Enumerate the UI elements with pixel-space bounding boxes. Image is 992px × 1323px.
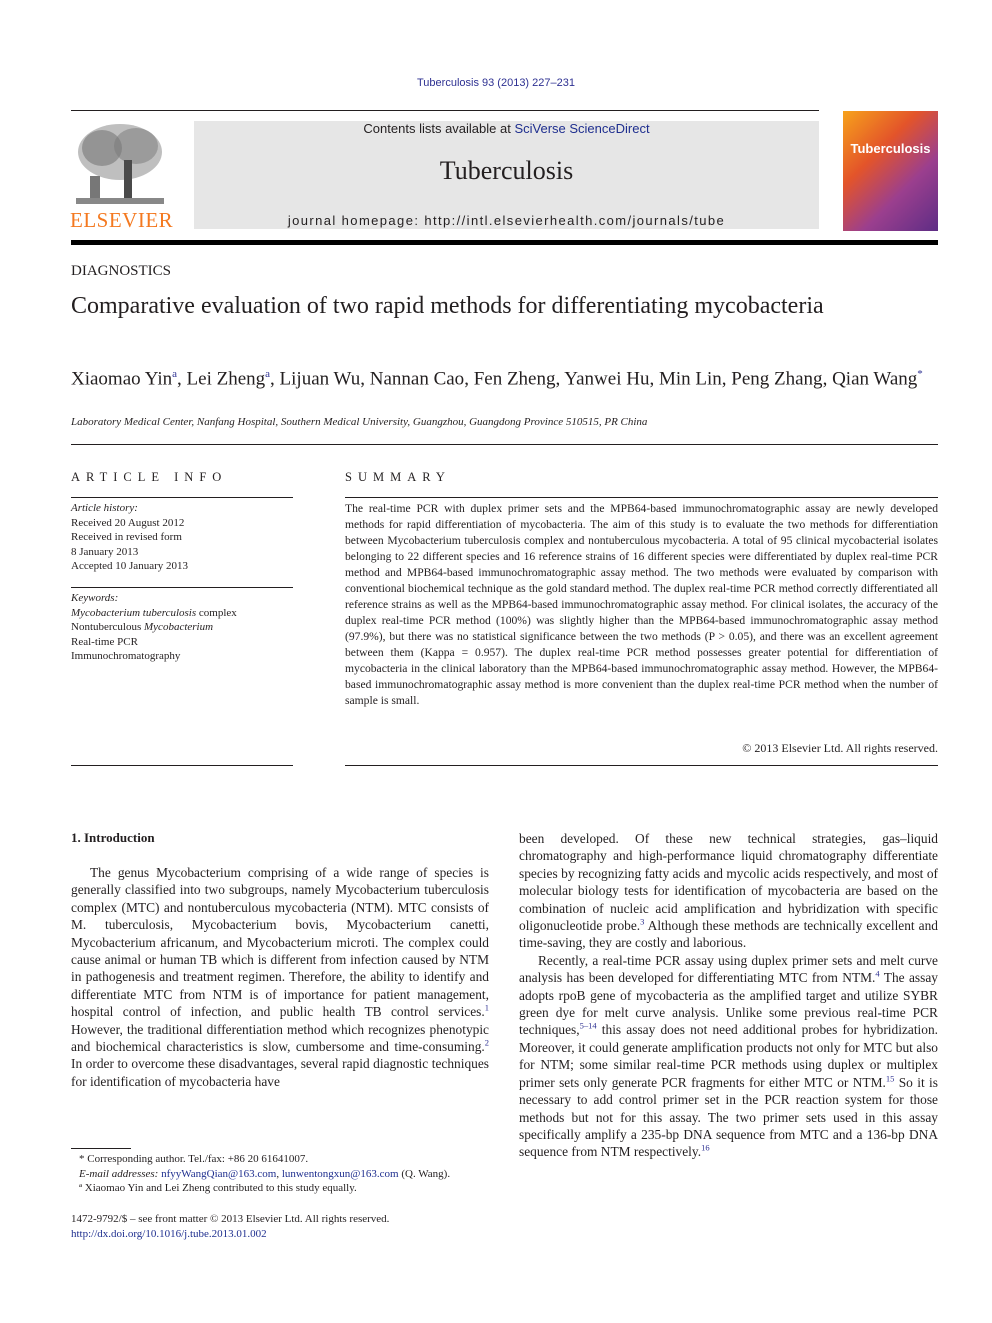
- paragraph: The genus Mycobacterium comprising of a …: [71, 865, 489, 1089]
- article-info-heading: ARTICLE INFO: [71, 470, 228, 484]
- elsevier-tree-icon: [72, 120, 168, 208]
- citation-link[interactable]: 1: [485, 1003, 489, 1013]
- keyword-item: Nontuberculous Mycobacterium: [71, 621, 214, 633]
- citation-link[interactable]: 5–14: [580, 1021, 597, 1031]
- info-divider: [71, 497, 293, 498]
- equal-contribution-note: ª Xiaomao Yin and Lei Zheng contributed …: [79, 1182, 357, 1194]
- elsevier-wordmark: ELSEVIER: [70, 208, 174, 232]
- footnotes: * Corresponding author. Tel./fax: +86 20…: [71, 1152, 501, 1196]
- keyword-item: Immunochromatography: [71, 650, 181, 662]
- history-item: Accepted 10 January 2013: [71, 560, 188, 572]
- introduction-heading: 1. Introduction: [71, 830, 155, 845]
- footnote-divider: [71, 1148, 131, 1149]
- author-name[interactable]: Fen Zheng: [474, 368, 556, 389]
- history-item: 8 January 2013: [71, 545, 139, 558]
- journal-cover-image[interactable]: Tuberculosis: [843, 111, 938, 231]
- author-name[interactable]: Peng Zhang: [731, 368, 822, 389]
- cover-title: Tuberculosis: [850, 141, 931, 156]
- history-item: Received 20 August 2012: [71, 516, 185, 529]
- author-name[interactable]: Yanwei Hu: [564, 368, 649, 389]
- info-divider: [71, 587, 293, 588]
- body-column-right: been developed. Of these new technical s…: [519, 830, 938, 1161]
- author-mark[interactable]: a: [172, 368, 177, 380]
- affiliation: Laboratory Medical Center, Nanfang Hospi…: [71, 416, 648, 428]
- email-label: E-mail addresses:: [79, 1167, 162, 1180]
- author-name[interactable]: Nannan Cao: [370, 368, 464, 389]
- abstract-text: The real-time PCR with duplex primer set…: [345, 502, 938, 707]
- article-history: Article history: Received 20 August 2012…: [71, 501, 293, 574]
- email-link[interactable]: lunwentongxun@163.com: [282, 1168, 399, 1180]
- keywords-label: Keywords:: [71, 592, 119, 604]
- body-column-left: The genus Mycobacterium comprising of a …: [71, 864, 489, 1090]
- history-item: Received in revised form: [71, 531, 182, 543]
- citation-link[interactable]: 4: [875, 969, 879, 979]
- citation-link[interactable]: 2: [485, 1038, 489, 1048]
- author-name[interactable]: Qian Wang: [832, 368, 917, 389]
- summary-heading: SUMMARY: [345, 470, 451, 484]
- header-divider: [71, 240, 938, 245]
- journal-title: Tuberculosis: [439, 156, 574, 185]
- contents-line: Contents lists available at SciVerse Sci…: [194, 121, 819, 136]
- email-note: E-mail addresses: nfyyWangQian@163.com, …: [79, 1167, 451, 1180]
- summary-divider: [345, 765, 938, 766]
- journal-masthead: Contents lists available at SciVerse Sci…: [194, 121, 819, 229]
- journal-reference[interactable]: Tuberculosis 93 (2013) 227–231: [0, 77, 992, 89]
- article-title: Comparative evaluation of two rapid meth…: [71, 293, 824, 319]
- journal-homepage[interactable]: journal homepage: http://intl.elsevierhe…: [194, 213, 819, 228]
- front-matter: 1472-9792/$ – see front matter © 2013 El…: [71, 1212, 389, 1241]
- section-label: DIAGNOSTICS: [71, 263, 172, 279]
- keywords: Keywords: Mycobacterium tuberculosis com…: [71, 591, 293, 664]
- citation-link[interactable]: 15: [886, 1073, 895, 1083]
- top-divider: [71, 110, 819, 111]
- paragraph: Recently, a real-time PCR assay using du…: [519, 952, 938, 1160]
- history-label: Article history:: [71, 502, 138, 514]
- sciencedirect-link[interactable]: SciVerse ScienceDirect: [514, 121, 649, 136]
- author-mark[interactable]: *: [917, 368, 923, 380]
- affiliation-divider: [71, 444, 938, 445]
- contents-prefix: Contents lists available at: [363, 121, 515, 136]
- email-suffix: (Q. Wang).: [398, 1167, 451, 1180]
- author-list: Xiaomao Yina, Lei Zhenga, Lijuan Wu, Nan…: [71, 368, 923, 390]
- corresponding-author-note: * Corresponding author. Tel./fax: +86 20…: [79, 1153, 309, 1165]
- paragraph: been developed. Of these new technical s…: [519, 831, 939, 951]
- email-link[interactable]: nfyyWangQian@163.com: [161, 1168, 276, 1180]
- author-name[interactable]: Lijuan Wu: [280, 368, 361, 389]
- keyword-item: Mycobacterium tuberculosis complex: [71, 606, 237, 619]
- citation-link[interactable]: 3: [640, 917, 644, 927]
- keyword-item: Real-time PCR: [71, 635, 138, 648]
- copyright-notice: © 2013 Elsevier Ltd. All rights reserved…: [742, 741, 938, 755]
- summary-divider: [345, 497, 938, 498]
- author-mark[interactable]: a: [265, 368, 270, 380]
- elsevier-logo[interactable]: ELSEVIER: [70, 120, 174, 232]
- author-name[interactable]: Lei Zheng: [187, 368, 266, 389]
- issn-line: 1472-9792/$ – see front matter © 2013 El…: [71, 1213, 390, 1225]
- info-divider: [71, 765, 293, 766]
- doi-link[interactable]: http://dx.doi.org/10.1016/j.tube.2013.01…: [71, 1227, 389, 1242]
- citation-link[interactable]: 16: [701, 1143, 710, 1153]
- author-name[interactable]: Min Lin: [659, 368, 722, 389]
- author-name[interactable]: Xiaomao Yin: [71, 368, 172, 389]
